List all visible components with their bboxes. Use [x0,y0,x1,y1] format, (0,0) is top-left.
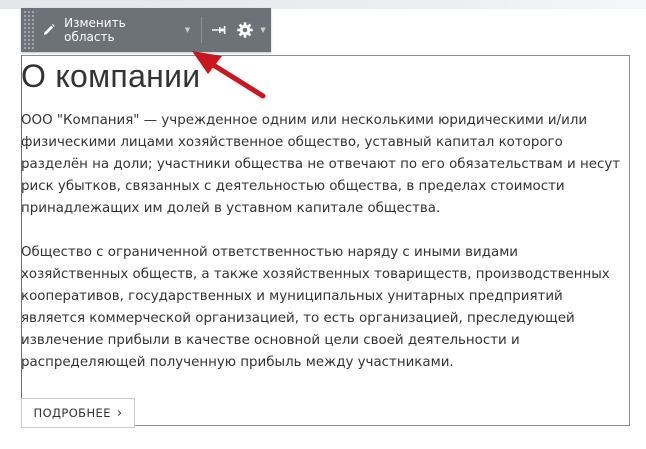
pencil-icon [43,24,55,35]
area-edit-toolbar: Изменить область ▼ ▼ [21,8,271,52]
pin-icon [211,26,226,34]
gear-icon [237,22,254,38]
more-button-label: ПОДРОБНЕЕ [33,406,111,420]
more-button[interactable]: ПОДРОБНЕЕ › [21,398,135,428]
edit-area-label: Изменить область [64,16,126,44]
about-paragraph-1: ООО "Компания" — учрежденное одним или н… [21,113,621,216]
settings-button[interactable]: ▼ [232,8,271,52]
about-paragraph-2: Общество с ограниченной ответственностью… [21,245,610,370]
caret-down-icon: ▼ [184,26,191,34]
pin-button[interactable] [205,8,232,52]
edit-area-button[interactable]: Изменить область ▼ [35,8,198,52]
drag-handle[interactable] [23,10,35,50]
page: О компании ООО "Компания" — учрежденное … [0,0,646,449]
chevron-right-icon: › [116,405,123,421]
toolbar-separator [201,17,203,43]
caret-down-icon: ▼ [260,26,266,34]
page-title: О компании [21,58,201,94]
